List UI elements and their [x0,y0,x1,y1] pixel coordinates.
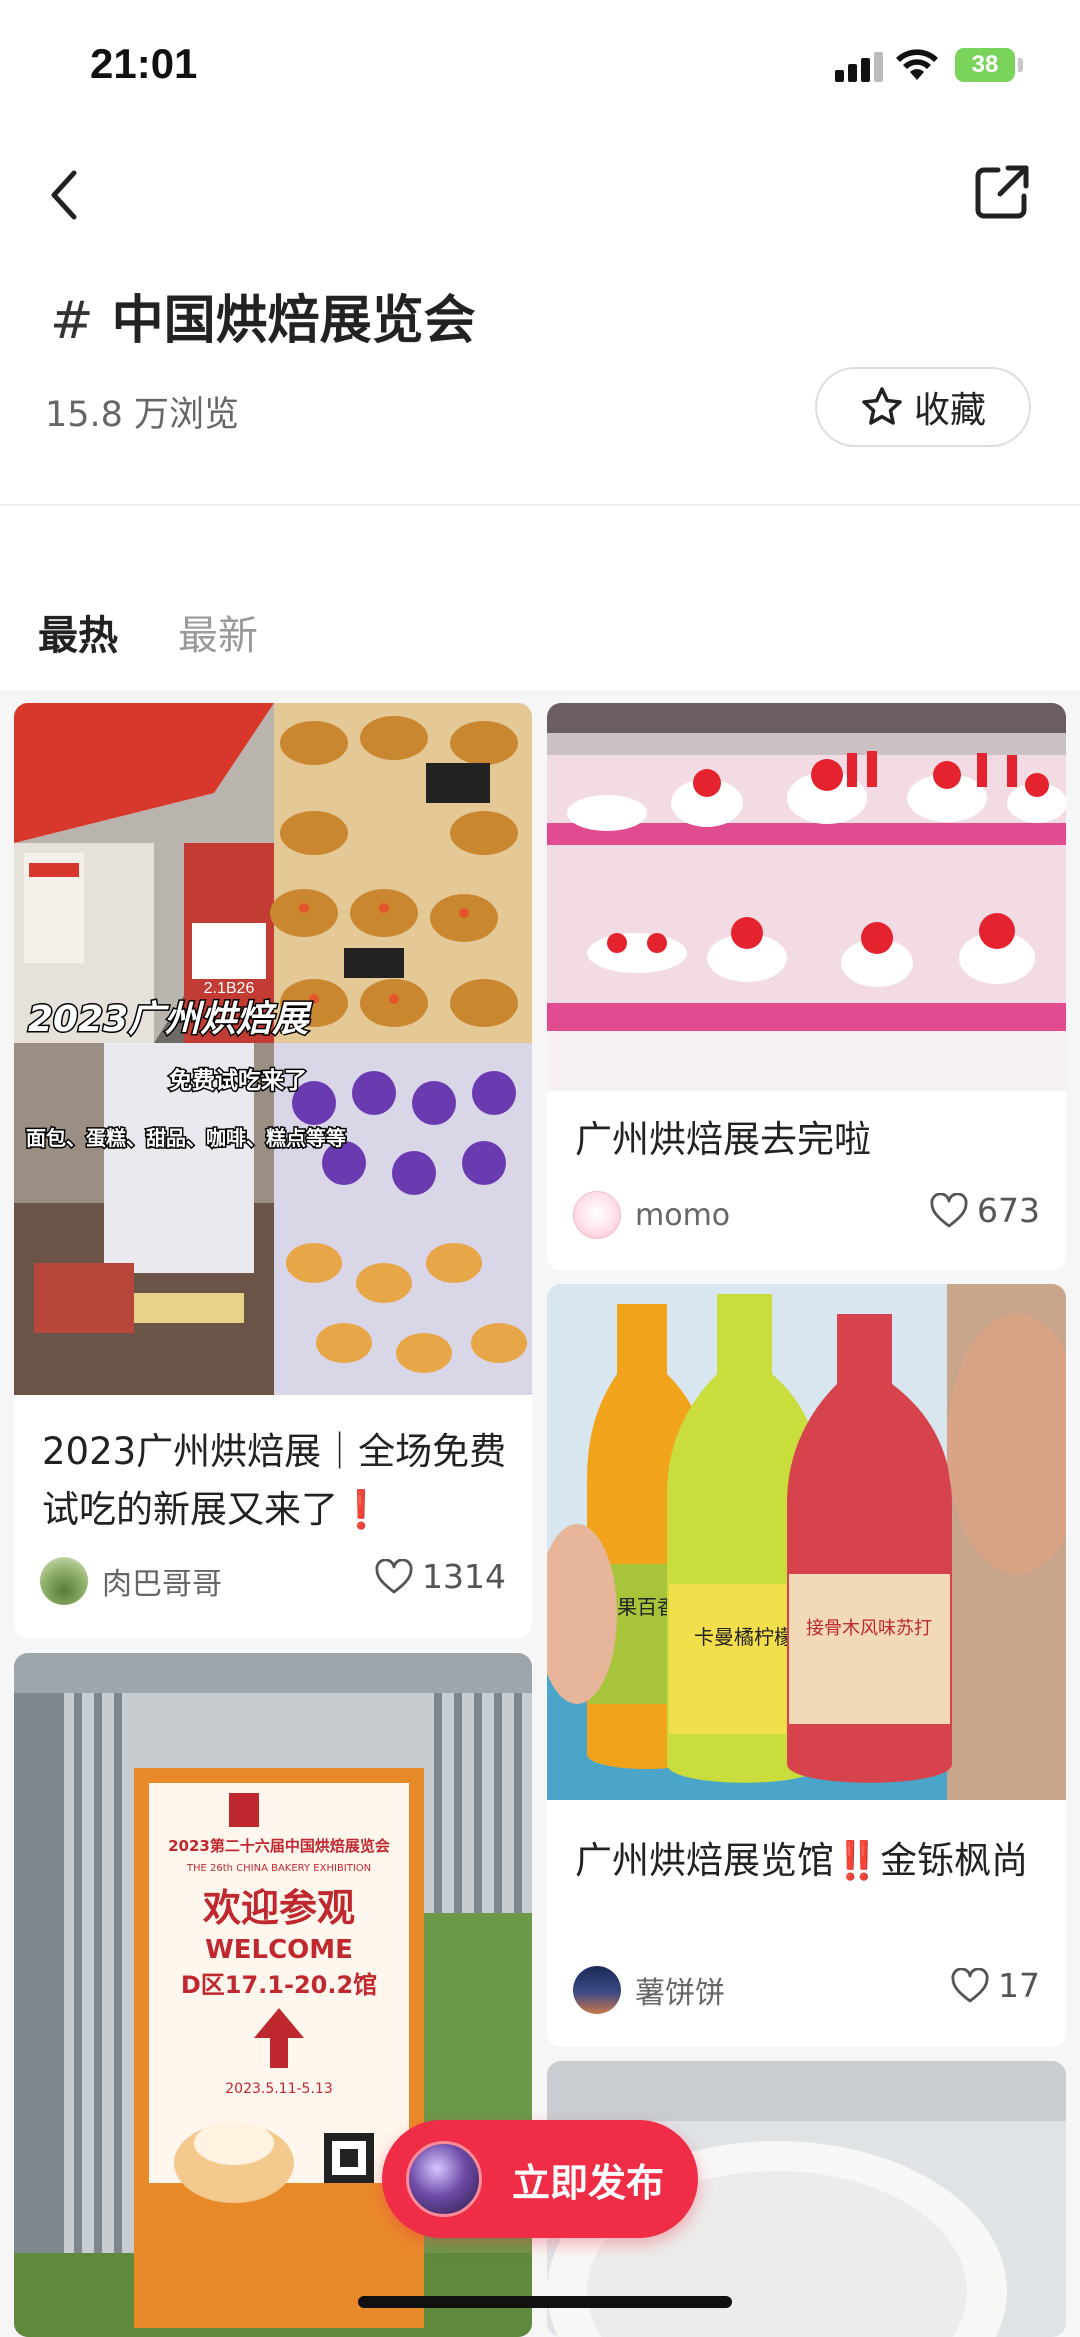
status-time: 21:01 [90,40,198,87]
like-button[interactable]: 673 [929,1191,1040,1230]
poster-event-english: THE 26th CHINA BAKERY EXHIBITION [186,1863,371,1874]
bottle-label-3: 接骨木风味苏打 [806,1618,932,1639]
avatar [573,1966,621,2014]
favorite-label: 收藏 [913,390,986,431]
home-indicator[interactable] [358,2296,732,2308]
post-image[interactable] [547,703,1066,1091]
share-icon[interactable] [972,162,1032,222]
battery-tip [1018,58,1023,72]
poster-event-name: 2023第二十六届中国烘焙展览会 [168,1837,390,1855]
topic-title: 中国烘焙展览会 [111,291,476,351]
publish-button[interactable]: 立即发布 [382,2120,698,2238]
post-title: 广州烘焙展览馆‼️金铄枫尚 [575,1832,1045,1890]
hashtag-symbol: # [50,291,94,351]
image-caption: 面包、蛋糕、甜品、咖啡、糕点等等 [26,1126,346,1150]
post-card[interactable]: 广州烘焙展去完啦 momo 673 [547,703,1066,1270]
post-image[interactable]: 芒果百香果 卡曼橘柠檬 接骨木风味苏打 [547,1284,1066,1800]
like-button[interactable]: 17 [950,1966,1040,2005]
heart-icon [951,1967,989,2002]
author-name: 薯饼饼 [635,1976,725,2011]
like-button[interactable]: 1314 [374,1557,506,1596]
image-subheadline: 免费试吃来了 [169,1068,307,1094]
post-title: 2023广州烘焙展｜全场免费试吃的新展又来了❗ [42,1423,512,1539]
avatar [573,1191,621,1239]
back-icon[interactable] [44,165,84,225]
star-icon [862,387,902,425]
wifi-icon [896,49,938,80]
poster-welcome-en: WELCOME [205,1935,353,1965]
heart-icon [930,1192,968,1227]
publish-label: 立即发布 [512,2160,665,2205]
user-avatar [406,2141,482,2217]
poster-hall: D区17.1-20.2馆 [181,1971,377,1999]
battery-icon: 38 [955,48,1015,82]
image-headline: 2023广州烘焙展 [28,999,312,1040]
post-title-text: 广州烘焙展览馆 [575,1839,834,1882]
heart-icon [375,1558,413,1593]
status-bar: 21:01 38 [0,0,1080,130]
post-title-text: 2023广州烘焙展｜全场免费试吃的新展又来了 [42,1430,507,1531]
view-count: 15.8 万浏览 [45,395,240,435]
post-card[interactable]: 芒果百香果 卡曼橘柠檬 接骨木风味苏打 广州烘焙展览馆‼️金铄枫尚 薯饼饼 17 [547,1284,1066,2047]
post-card[interactable]: 2.1B26 2023广州烘焙展 免费试吃来了 面包、蛋糕、甜品、咖啡、糕点等等… [14,703,532,1638]
like-count: 673 [977,1191,1040,1230]
battery-level: 38 [971,51,999,78]
post-title-text-rest: 金铄枫尚 [880,1839,1029,1882]
image-sign-text: 2.1B26 [204,980,255,997]
exclamation-mark: ❗ [338,1488,385,1531]
double-exclamation-mark: ‼️ [834,1839,881,1882]
poster-welcome-cn: 欢迎参观 [202,1886,355,1930]
avatar [40,1557,88,1605]
bottle-label-2: 卡曼橘柠檬 [694,1625,794,1649]
post-author[interactable]: 薯饼饼 [573,1966,725,2014]
signal-icon [835,52,887,82]
post-author[interactable]: 肉巴哥哥 [40,1557,222,1605]
like-count: 17 [998,1966,1040,2005]
author-name: 肉巴哥哥 [102,1567,222,1602]
page-title: # 中国烘焙展览会 [50,278,476,353]
header-divider [0,504,1080,506]
favorite-button[interactable]: 收藏 [815,367,1031,447]
like-count: 1314 [422,1557,506,1596]
post-image[interactable]: 2.1B26 2023广州烘焙展 免费试吃来了 面包、蛋糕、甜品、咖啡、糕点等等 [14,703,532,1395]
post-title: 广州烘焙展去完啦 [575,1118,871,1161]
post-author[interactable]: momo [573,1191,730,1239]
poster-dates: 2023.5.11-5.13 [225,2081,332,2097]
author-name: momo [635,1197,731,1233]
tab-newest[interactable]: 最新 [178,603,258,661]
tab-hottest[interactable]: 最热 [38,603,118,661]
